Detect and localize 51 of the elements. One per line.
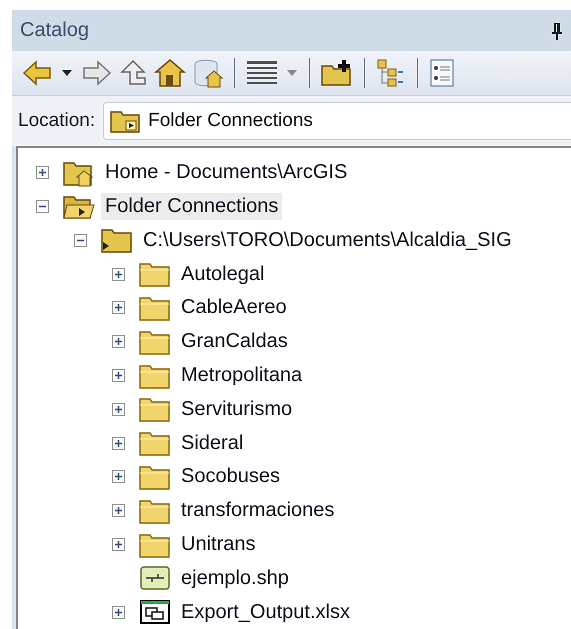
pin-icon[interactable]	[551, 22, 563, 40]
tree-item[interactable]: GranCaldas	[177, 328, 292, 356]
connect-folder-icon[interactable]	[320, 58, 354, 88]
expand-toggle[interactable]	[112, 538, 125, 551]
options-list-icon[interactable]	[428, 58, 456, 88]
folder-icon	[139, 532, 171, 558]
tree-item[interactable]: Autolegal	[177, 260, 268, 288]
tree-item[interactable]: Unitrans	[177, 531, 260, 558]
tree-item[interactable]: ejemplo.shp	[177, 564, 293, 592]
expand-toggle[interactable]	[112, 369, 125, 382]
expand-toggle[interactable]	[74, 234, 87, 247]
panel-title: Catalog	[20, 19, 89, 42]
home-icon[interactable]	[154, 58, 186, 88]
expand-toggle[interactable]	[112, 436, 125, 450]
open-folder-icon	[63, 194, 95, 220]
folder-connection-icon	[101, 227, 133, 254]
folder-icon	[139, 294, 171, 321]
expand-toggle[interactable]	[36, 200, 49, 214]
folder-icon	[139, 261, 171, 288]
up-level-icon[interactable]	[118, 59, 148, 88]
expand-toggle[interactable]	[112, 402, 125, 416]
tree-item[interactable]: transformaciones	[177, 497, 338, 524]
folder-icon	[139, 328, 171, 355]
folder-icon	[139, 498, 171, 524]
expand-toggle[interactable]	[112, 335, 125, 348]
expand-toggle[interactable]	[112, 504, 125, 518]
tree-item[interactable]: Socobuses	[177, 463, 284, 490]
database-home-icon[interactable]	[192, 58, 224, 88]
folder-icon	[139, 430, 171, 456]
tree-item[interactable]: Serviturismo	[177, 396, 296, 423]
folder-connection-icon	[110, 108, 140, 133]
back-arrow-icon[interactable]	[22, 59, 54, 88]
tree-item[interactable]: Home - Documents\ArcGIS	[101, 159, 352, 186]
expand-toggle[interactable]	[112, 470, 125, 484]
tree-item[interactable]: CableAereo	[177, 294, 291, 322]
location-label: Location:	[18, 110, 96, 132]
folder-icon	[139, 396, 171, 422]
spreadsheet-icon	[139, 599, 171, 626]
folder-icon	[139, 362, 171, 389]
tree-item[interactable]: Export_Output.xlsx	[177, 598, 354, 626]
folder-icon	[139, 464, 171, 490]
location-field[interactable]: Folder Connections	[103, 102, 571, 140]
tree-item[interactable]: Folder Connections	[101, 193, 282, 220]
expand-toggle[interactable]	[36, 166, 49, 180]
expand-toggle[interactable]	[112, 268, 125, 281]
expand-toggle[interactable]	[112, 301, 125, 314]
line-shapefile-icon	[139, 565, 171, 592]
expand-toggle[interactable]	[112, 606, 125, 619]
tree-item[interactable]: Metropolitana	[177, 362, 306, 390]
tree-item[interactable]: C:\Users\TORO\Documents\Alcaldia_SIG	[139, 226, 516, 254]
tree-item[interactable]: Sideral	[177, 430, 248, 457]
